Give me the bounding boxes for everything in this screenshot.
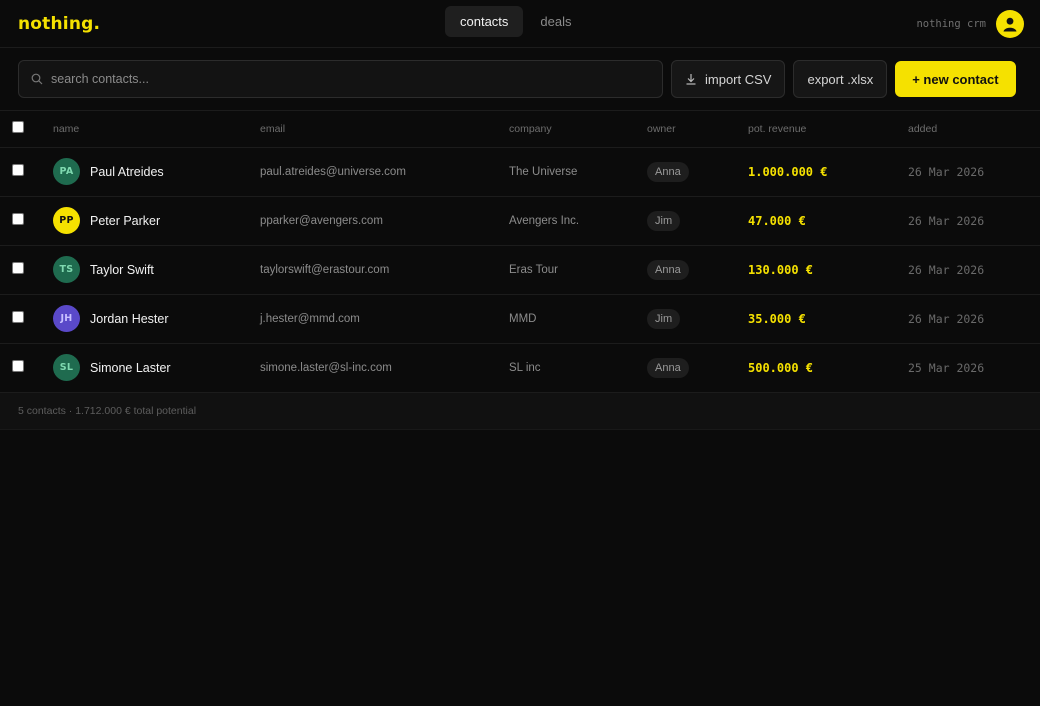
row-checkbox[interactable] xyxy=(12,164,24,176)
contact-avatar: JH xyxy=(53,305,80,332)
search-icon xyxy=(31,73,43,85)
contact-name-cell[interactable]: PA Paul Atreides xyxy=(53,158,260,185)
contact-name-cell[interactable]: SL Simone Laster xyxy=(53,354,260,381)
row-checkbox[interactable] xyxy=(12,360,24,372)
header-email[interactable]: email xyxy=(260,111,509,148)
table-row[interactable]: PP Peter Parker pparker@avengers.com Avenge… xyxy=(0,196,1040,246)
potential-revenue: 1.000.000 € xyxy=(748,147,908,197)
contact-company: Avengers Inc. xyxy=(509,196,647,246)
import-csv-button[interactable]: import CSV xyxy=(671,60,786,98)
contact-avatar: PA xyxy=(53,158,80,185)
header-revenue[interactable]: pot. revenue xyxy=(748,111,908,148)
contact-email: paul.atreides@universe.com xyxy=(260,147,509,197)
contact-company: MMD xyxy=(509,294,647,344)
user-avatar[interactable] xyxy=(996,9,1024,38)
export-xlsx-label: export .xlsx xyxy=(807,71,874,87)
contact-name-cell[interactable]: JH Jordan Hester xyxy=(53,305,260,332)
potential-revenue: 47.000 € xyxy=(748,196,908,246)
table-row[interactable]: PA Paul Atreides paul.atreides@universe.co… xyxy=(0,147,1040,197)
select-all-checkbox[interactable] xyxy=(12,121,24,134)
search-input[interactable] xyxy=(51,72,650,86)
contact-name-cell[interactable]: PP Peter Parker xyxy=(53,207,260,234)
contact-avatar: SL xyxy=(53,354,80,381)
table-footer: 5 contacts · 1.712.000 € total potential xyxy=(0,392,1040,430)
contact-company: Eras Tour xyxy=(509,245,647,295)
contact-name: Simone Laster xyxy=(90,360,171,375)
footer-summary: 5 contacts · 1.712.000 € total potential xyxy=(18,404,197,417)
contact-name: Jordan Hester xyxy=(90,311,169,326)
table-row[interactable]: TS Taylor Swift taylorswift@erastour.com Er… xyxy=(0,245,1040,295)
date-added: 26 Mar 2026 xyxy=(908,294,1040,344)
top-bar: nothing. contacts deals nothing crm xyxy=(0,0,1040,48)
import-csv-label: import CSV xyxy=(705,71,772,87)
table-header-row: name email company owner pot. revenue ad… xyxy=(0,111,1040,148)
contact-email: simone.laster@sl-inc.com xyxy=(260,343,509,393)
toolbar: import CSV export .xlsx + new contact xyxy=(0,48,1040,111)
tab-deals[interactable]: deals xyxy=(525,6,586,37)
contact-email: pparker@avengers.com xyxy=(260,196,509,246)
date-added: 26 Mar 2026 xyxy=(908,245,1040,295)
header-name[interactable]: name xyxy=(53,111,260,148)
contact-company: The Universe xyxy=(509,147,647,197)
potential-revenue: 500.000 € xyxy=(748,343,908,393)
date-added: 25 Mar 2026 xyxy=(908,343,1040,393)
top-right-area: nothing crm xyxy=(916,9,1024,38)
header-company[interactable]: company xyxy=(509,111,647,148)
new-contact-button[interactable]: + new contact xyxy=(895,61,1016,97)
contact-name: Peter Parker xyxy=(90,213,161,228)
new-contact-label: + new contact xyxy=(912,71,999,87)
tab-contacts[interactable]: contacts xyxy=(445,6,524,37)
owner-badge: Anna xyxy=(647,161,689,182)
header-owner[interactable]: owner xyxy=(647,111,748,148)
search-box[interactable] xyxy=(18,60,663,98)
contact-email: j.hester@mmd.com xyxy=(260,294,509,344)
contact-name-cell[interactable]: TS Taylor Swift xyxy=(53,256,260,283)
table-row[interactable]: JH Jordan Hester j.hester@mmd.com MMD Jim 35.… xyxy=(0,294,1040,344)
contact-name: Paul Atreides xyxy=(90,164,164,179)
date-added: 26 Mar 2026 xyxy=(908,147,1040,197)
export-xlsx-button[interactable]: export .xlsx xyxy=(793,60,888,98)
header-added[interactable]: added xyxy=(908,111,1040,148)
user-icon xyxy=(1003,17,1017,31)
contacts-table: name email company owner pot. revenue ad… xyxy=(0,111,1040,393)
row-checkbox[interactable] xyxy=(12,262,24,274)
potential-revenue: 130.000 € xyxy=(748,245,908,295)
contact-avatar: PP xyxy=(53,207,80,234)
contact-avatar: TS xyxy=(53,256,80,283)
date-added: 26 Mar 2026 xyxy=(908,196,1040,246)
potential-revenue: 35.000 € xyxy=(748,294,908,344)
row-checkbox[interactable] xyxy=(12,311,24,323)
owner-badge: Anna xyxy=(647,259,689,280)
table-row[interactable]: SL Simone Laster simone.laster@sl-inc.com S… xyxy=(0,343,1040,393)
owner-badge: Anna xyxy=(647,357,689,378)
contact-email: taylorswift@erastour.com xyxy=(260,245,509,295)
row-checkbox[interactable] xyxy=(12,213,24,225)
brand-text: nothing crm xyxy=(916,17,986,30)
owner-badge: Jim xyxy=(647,308,681,329)
app-logo[interactable]: nothing. xyxy=(18,14,100,34)
contact-company: SL inc xyxy=(509,343,647,393)
download-icon xyxy=(686,74,696,85)
owner-badge: Jim xyxy=(647,210,681,231)
nav-tabs: contacts deals xyxy=(445,6,587,37)
contact-name: Taylor Swift xyxy=(90,262,154,277)
